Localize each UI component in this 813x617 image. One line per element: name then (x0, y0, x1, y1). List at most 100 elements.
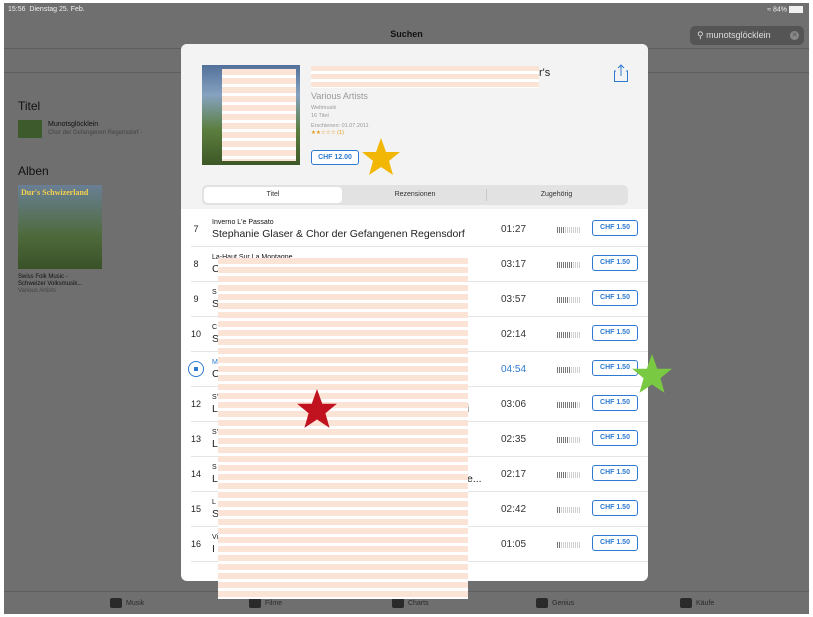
popularity-meter (557, 402, 580, 408)
music-icon (110, 598, 122, 608)
popularity-tick (559, 332, 560, 338)
track-artist: Stephanie Glaser & Chor der Gefangenen R… (212, 228, 465, 240)
popularity-tick (563, 227, 564, 233)
battery-percent: 84% (772, 6, 787, 14)
popularity-tick (557, 507, 558, 513)
popularity-tick (575, 437, 576, 443)
track-title: M (212, 359, 218, 366)
popularity-tick (577, 227, 578, 233)
popularity-tick (573, 542, 574, 548)
popularity-tick (571, 332, 572, 338)
popularity-tick (557, 472, 558, 478)
popularity-tick (557, 262, 558, 268)
popularity-meter (557, 507, 580, 513)
popularity-tick (565, 542, 566, 548)
track-artist: L (212, 473, 218, 485)
popularity-tick (575, 402, 576, 408)
popularity-tick (573, 227, 574, 233)
popularity-tick (573, 367, 574, 373)
section-heading-titel: Titel (18, 99, 41, 113)
popularity-tick (577, 367, 578, 373)
tab-rezensionen[interactable]: Rezensionen (345, 187, 485, 203)
album-artist[interactable]: Various Artists (311, 91, 368, 101)
track-duration: 01:05 (501, 539, 527, 550)
popularity-tick (567, 507, 568, 513)
charts-icon (392, 598, 404, 608)
popularity-tick (577, 437, 578, 443)
buy-album-button[interactable]: CHF 12.00 (311, 150, 359, 165)
tab-genius[interactable]: Genius (536, 598, 574, 608)
popularity-tick (563, 472, 564, 478)
buy-track-button[interactable]: CHF 1.50 (592, 255, 638, 271)
buy-track-button[interactable]: CHF 1.50 (592, 500, 638, 516)
buy-track-button[interactable]: CHF 1.50 (592, 430, 638, 446)
popularity-tick (569, 332, 570, 338)
popularity-meter (557, 367, 580, 373)
popularity-tick (573, 507, 574, 513)
track-title: Inverno L'e Passato (212, 219, 274, 226)
album-header: r's Various Artists Weltmusik 16 Titel E… (181, 44, 648, 209)
search-input[interactable]: ⚲ munotsglöcklein ✕ (690, 26, 804, 45)
album-track-count: 16 Titel (311, 113, 329, 119)
track-number: 14 (190, 469, 201, 479)
popularity-tick (567, 402, 568, 408)
popularity-tick (557, 542, 558, 548)
popularity-tick (561, 227, 562, 233)
tab-titel[interactable]: Titel (204, 187, 342, 203)
tab-kaeufe[interactable]: Käufe (680, 598, 714, 608)
tab-zugehoerig[interactable]: Zugehörig (487, 187, 626, 203)
popularity-tick (559, 297, 560, 303)
list-item[interactable]: Munotsglöcklein Chor der Gefangenen Rege… (18, 120, 188, 140)
album-release-date: Erschienen: 01.07.2011 (311, 123, 369, 129)
popularity-tick (557, 437, 558, 443)
redaction (218, 258, 468, 599)
popularity-tick (575, 367, 576, 373)
track-row[interactable]: 7 Inverno L'e Passato Stephanie Glaser & C… (181, 212, 648, 247)
buy-track-button[interactable]: CHF 1.50 (592, 220, 638, 236)
popularity-tick (563, 437, 564, 443)
share-icon[interactable] (614, 64, 628, 82)
popularity-tick (563, 332, 564, 338)
buy-track-button[interactable]: CHF 1.50 (592, 535, 638, 551)
track-duration: 02:35 (501, 434, 527, 445)
stop-icon[interactable] (188, 361, 204, 377)
buy-track-button[interactable]: CHF 1.50 (592, 325, 638, 341)
album-caption-line1: Swiss Folk Music - (18, 274, 68, 280)
popularity-tick (567, 262, 568, 268)
redaction (222, 69, 296, 161)
redaction (311, 66, 539, 88)
popularity-tick (579, 227, 580, 233)
popularity-tick (565, 227, 566, 233)
popularity-tick (579, 297, 580, 303)
popularity-tick (561, 262, 562, 268)
album-cover[interactable]: Dur's Schwizerland (18, 185, 102, 269)
buy-track-button[interactable]: CHF 1.50 (592, 395, 638, 411)
tab-charts[interactable]: Charts (392, 598, 429, 608)
popularity-tick (575, 507, 576, 513)
popularity-tick (569, 262, 570, 268)
popularity-tick (571, 367, 572, 373)
popularity-tick (567, 542, 568, 548)
popularity-tick (565, 472, 566, 478)
popularity-meter (557, 437, 580, 443)
popularity-tick (573, 437, 574, 443)
popularity-tick (577, 262, 578, 268)
popularity-tick (557, 332, 558, 338)
popularity-tick (577, 402, 578, 408)
track-title: S (212, 289, 217, 296)
popularity-tick (571, 472, 572, 478)
buy-track-button[interactable]: CHF 1.50 (592, 465, 638, 481)
popularity-meter (557, 262, 580, 268)
buy-track-button[interactable]: CHF 1.50 (592, 290, 638, 306)
tab-filme[interactable]: Filme (249, 598, 282, 608)
popularity-tick (561, 472, 562, 478)
song-name: Munotsglöcklein (48, 121, 99, 128)
popularity-tick (559, 507, 560, 513)
popularity-tick (563, 262, 564, 268)
clear-icon[interactable]: ✕ (790, 31, 799, 40)
popularity-tick (569, 437, 570, 443)
star-icon (362, 138, 400, 175)
popularity-tick (575, 542, 576, 548)
tab-musik[interactable]: Musik (110, 598, 144, 608)
popularity-tick (565, 332, 566, 338)
